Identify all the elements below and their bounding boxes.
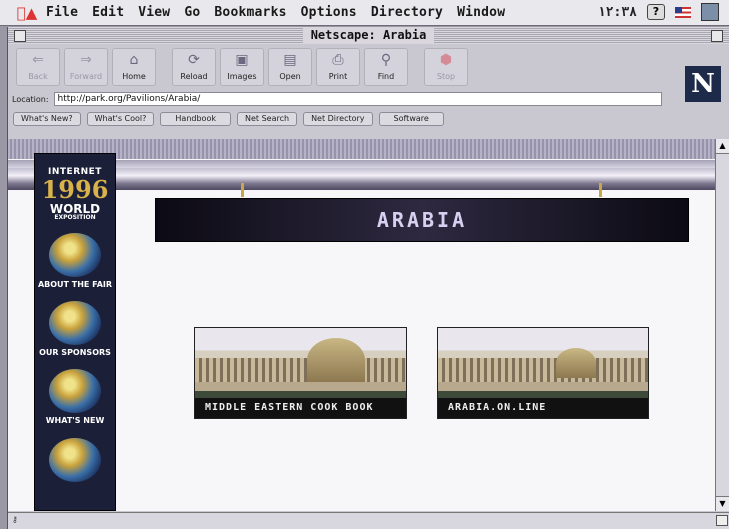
security-key-icon[interactable]: ⚷ xyxy=(12,515,18,524)
net-search-button[interactable]: Net Search xyxy=(236,112,298,126)
expo-sidebar: INTERNET 1996 WORLD EXPOSITION ABOUT THE… xyxy=(34,153,116,511)
resize-handle-icon[interactable] xyxy=(716,515,728,526)
whats-new-button[interactable]: What's New? xyxy=(13,112,81,126)
forward-arrow-icon: ⇒ xyxy=(80,52,92,68)
close-box-icon[interactable] xyxy=(14,30,26,42)
menu-go[interactable]: Go xyxy=(184,5,200,20)
images-button[interactable]: ▣ Images xyxy=(220,48,264,86)
link-arabia-online[interactable]: ARABIA.ON.LINE xyxy=(437,327,649,419)
forward-label: Forward xyxy=(69,72,103,81)
location-label: Location: xyxy=(12,94,49,104)
find-label: Find xyxy=(377,72,395,81)
location-row: Location: http://park.org/Pavilions/Arab… xyxy=(8,90,729,108)
vertical-scrollbar[interactable]: ▲ ▼ xyxy=(715,139,729,511)
zoom-box-icon[interactable] xyxy=(711,30,723,42)
back-button[interactable]: ⇐ Back xyxy=(16,48,60,86)
home-button[interactable]: ⌂ Home xyxy=(112,48,156,86)
photo-dome xyxy=(556,348,596,378)
handbook-button[interactable]: Handbook xyxy=(160,112,231,126)
banner-hanger-left xyxy=(241,183,244,197)
page-banner: ARABIA xyxy=(155,198,689,242)
browser-window: Netscape: Arabia ⇐ Back ⇒ Forward ⌂ Home ⟳ R… xyxy=(7,27,729,529)
netscape-logo-icon[interactable]: N xyxy=(685,66,721,102)
nav-about-the-fair[interactable]: ABOUT THE FAIR xyxy=(35,233,115,289)
globe-icon xyxy=(49,301,101,346)
open-icon: ▤ xyxy=(283,52,297,68)
stop-button[interactable]: ⬢ Stop xyxy=(424,48,468,86)
nav-our-sponsors[interactable]: OUR SPONSORS xyxy=(35,301,115,357)
menu-directory[interactable]: Directory xyxy=(371,5,443,20)
directory-buttons: What's New? What's Cool? Handbook Net Se… xyxy=(8,108,729,130)
nav-next[interactable] xyxy=(35,437,115,482)
menu-edit[interactable]: Edit xyxy=(92,5,124,20)
open-label: Open xyxy=(279,72,301,81)
reload-label: Reload xyxy=(180,72,208,81)
menu-options[interactable]: Options xyxy=(301,5,357,20)
find-icon: ⚲ xyxy=(380,52,392,68)
photo-colonnade xyxy=(438,358,648,382)
page-content: INTERNET 1996 WORLD EXPOSITION ABOUT THE… xyxy=(8,139,716,511)
apple-menu-icon[interactable]: ▲ xyxy=(14,4,40,22)
menu-window[interactable]: Window xyxy=(457,5,505,20)
scroll-down-icon[interactable]: ▼ xyxy=(716,496,729,511)
back-label: Back xyxy=(28,72,48,81)
nav-whats-new[interactable]: WHAT'S NEW xyxy=(35,369,115,425)
menu-bar: ▲ File Edit View Go Bookmarks Options D… xyxy=(0,0,729,26)
net-directory-button[interactable]: Net Directory xyxy=(303,112,373,126)
keyboard-flag-icon[interactable] xyxy=(675,6,691,18)
open-button[interactable]: ▤ Open xyxy=(268,48,312,86)
nav-label: OUR SPONSORS xyxy=(39,348,111,358)
menu-bookmarks[interactable]: Bookmarks xyxy=(214,5,286,20)
menu-file[interactable]: File xyxy=(46,5,78,20)
photo-dome xyxy=(307,338,365,382)
nav-label: ABOUT THE FAIR xyxy=(37,280,113,289)
globe-icon xyxy=(49,437,101,482)
forward-button[interactable]: ⇒ Forward xyxy=(64,48,108,86)
find-button[interactable]: ⚲ Find xyxy=(364,48,408,86)
menu-view[interactable]: View xyxy=(138,5,170,20)
images-icon: ▣ xyxy=(235,52,249,68)
reload-icon: ⟳ xyxy=(188,52,200,68)
stop-label: Stop xyxy=(436,72,456,81)
back-arrow-icon: ⇐ xyxy=(32,52,44,68)
banner-title: ARABIA xyxy=(376,208,468,232)
reload-button[interactable]: ⟳ Reload xyxy=(172,48,216,86)
help-icon[interactable]: ? xyxy=(647,4,665,20)
print-label: Print xyxy=(328,72,348,81)
status-bar: ⚷ xyxy=(8,512,729,529)
globe-icon xyxy=(49,369,101,414)
images-label: Images xyxy=(227,72,257,81)
stop-icon: ⬢ xyxy=(439,52,453,68)
software-button[interactable]: Software xyxy=(378,112,444,126)
menu-clock[interactable]: ١٢:٣٨ xyxy=(598,5,637,20)
whats-cool-button[interactable]: What's Cool? xyxy=(86,112,155,126)
title-bar[interactable]: Netscape: Arabia xyxy=(8,27,729,44)
location-field[interactable]: http://park.org/Pavilions/Arabia/ xyxy=(53,92,662,106)
scroll-up-icon[interactable]: ▲ xyxy=(716,139,729,154)
print-button[interactable]: ⎙ Print xyxy=(316,48,360,86)
print-icon: ⎙ xyxy=(332,52,344,68)
home-icon: ⌂ xyxy=(129,52,139,68)
toolbar: ⇐ Back ⇒ Forward ⌂ Home ⟳ Reload ▣ Images ▤ Op… xyxy=(8,44,729,102)
link-caption: MIDDLE EASTERN COOK BOOK xyxy=(195,398,406,418)
window-title: Netscape: Arabia xyxy=(302,27,435,44)
banner-hanger-right xyxy=(599,183,602,197)
application-menu-icon[interactable] xyxy=(701,3,719,21)
globe-icon xyxy=(49,233,101,277)
nav-label: WHAT'S NEW xyxy=(45,416,105,426)
expo-logo[interactable]: INTERNET 1996 WORLD EXPOSITION xyxy=(35,168,115,221)
link-middle-eastern-cook-book[interactable]: MIDDLE EASTERN COOK BOOK xyxy=(194,327,407,419)
photo-colonnade xyxy=(195,358,406,382)
link-caption: ARABIA.ON.LINE xyxy=(438,398,648,418)
home-label: Home xyxy=(122,72,146,81)
logo-exposition: EXPOSITION xyxy=(54,214,96,221)
logo-year: 1996 xyxy=(41,175,109,204)
